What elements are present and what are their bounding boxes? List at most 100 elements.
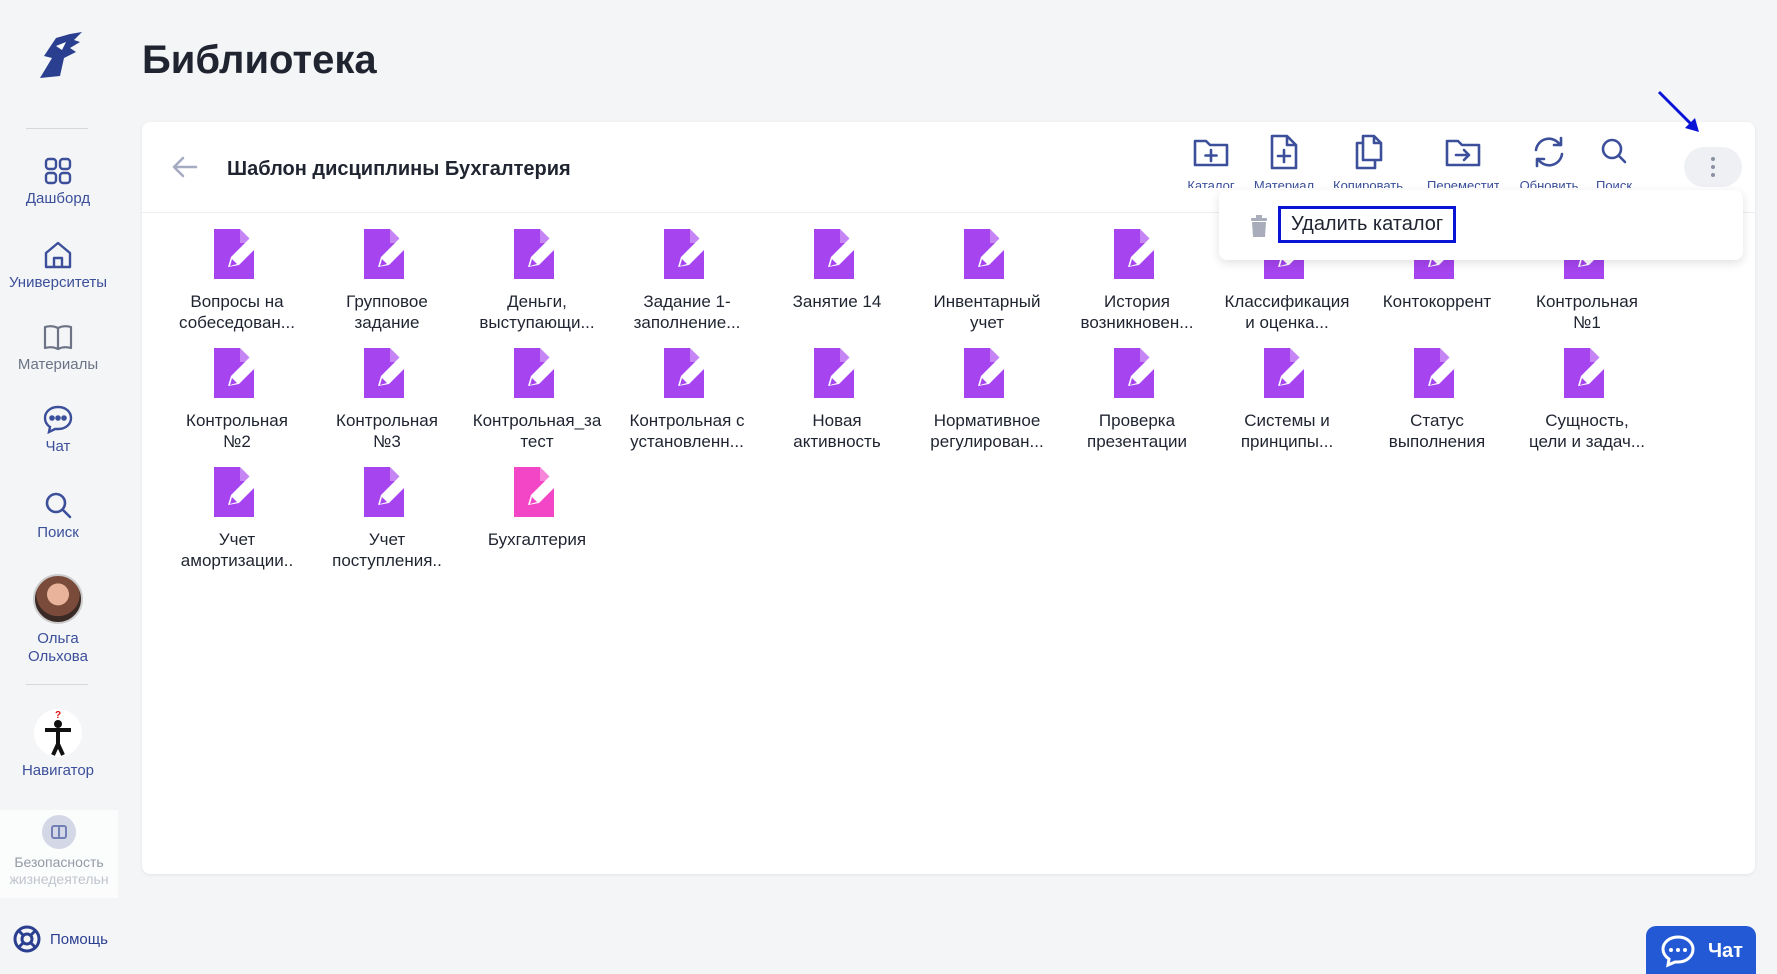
sidebar-item-label: Навигатор — [21, 762, 95, 779]
library-item-name: Задание 1- заполнение... — [633, 292, 741, 332]
library-item-name: Нормативное регулирован... — [930, 411, 1044, 451]
delete-folder-menu-item[interactable]: Удалить каталог — [1219, 190, 1743, 260]
library-item-name: Контрольная №1 — [1536, 292, 1638, 332]
library-item[interactable]: Вопросы на собеседован... — [162, 227, 312, 333]
library-item-name: Классификация и оценка... — [1224, 292, 1350, 332]
sidebar-item-materials[interactable]: Материалы — [0, 322, 116, 373]
user-profile[interactable]: Ольга Ольхова — [0, 574, 116, 666]
refresh-icon — [1534, 136, 1564, 168]
course-label-1: Безопасность — [14, 854, 104, 870]
folder-move-icon — [1445, 139, 1481, 167]
library-item[interactable]: Сущность, цели и задач... — [1512, 346, 1662, 452]
divider — [26, 128, 88, 129]
library-item-name: Контрольная №2 — [186, 411, 288, 451]
library-item[interactable]: Контрольная с установленн... — [612, 346, 762, 452]
library-item[interactable]: Учет поступления.. — [312, 465, 462, 571]
library-item[interactable]: Инвентарный учет — [912, 227, 1062, 333]
sidebar-item-label: Дашборд — [25, 190, 91, 207]
library-item[interactable]: Контрольная №3 — [312, 346, 462, 452]
library-item-name: Контрольная с установленн... — [629, 411, 745, 451]
library-item[interactable]: Групповое задание — [312, 227, 462, 333]
chat-bubble-icon — [1661, 935, 1695, 968]
course-label-2: жизнедеятельн — [9, 871, 109, 887]
book-icon — [43, 325, 73, 351]
sidebar-item-course[interactable]: Безопасность жизнедеятельн — [0, 810, 118, 898]
library-item-name: Групповое задание — [346, 292, 428, 332]
sidebar-item-search[interactable]: Поиск — [0, 490, 116, 541]
navigator-figure-icon: ? — [34, 709, 82, 757]
edit-document-icon — [664, 229, 710, 279]
sidebar-item-navigator[interactable]: ? Навигатор — [0, 708, 116, 779]
divider — [26, 684, 88, 685]
delete-folder-label: Удалить каталог — [1278, 206, 1457, 243]
sidebar-item-chat[interactable]: Чат — [0, 404, 116, 455]
library-item-name: Учет амортизации.. — [180, 530, 294, 570]
edit-document-icon — [1114, 229, 1160, 279]
library-item-name: Системы и принципы... — [1240, 411, 1334, 451]
help-link[interactable]: Помощь — [12, 924, 108, 954]
search-icon — [1601, 138, 1627, 164]
library-item-name: Учет поступления.. — [332, 530, 442, 570]
search-icon — [45, 492, 72, 519]
library-item-name: Контрольная_за тест — [472, 411, 602, 451]
more-options-menu: Удалить каталог — [1219, 190, 1743, 260]
edit-document-icon — [364, 467, 410, 517]
trash-icon — [1251, 215, 1267, 237]
edit-document-icon — [364, 229, 410, 279]
edit-document-icon — [214, 348, 260, 398]
edit-document-icon — [1414, 348, 1460, 398]
university-icon — [44, 241, 72, 269]
library-item[interactable]: Новая активность — [762, 346, 912, 452]
library-item[interactable]: Учет амортизации.. — [162, 465, 312, 571]
user-last-name: Ольхова — [28, 648, 88, 665]
library-item-name: Инвентарный учет — [933, 292, 1041, 332]
library-item[interactable]: Бухгалтерия — [462, 465, 612, 571]
edit-document-icon — [214, 229, 260, 279]
chat-icon — [43, 405, 73, 434]
back-arrow-icon[interactable] — [170, 152, 200, 182]
library-item-name: Деньги, выступающи... — [479, 292, 595, 332]
sidebar-item-dashboard[interactable]: Дашборд — [0, 156, 116, 207]
library-item[interactable]: Деньги, выступающи... — [462, 227, 612, 333]
annotation-arrow-icon — [1657, 90, 1699, 132]
page-title: Библиотека — [142, 38, 377, 82]
dashboard-icon — [44, 157, 72, 185]
library-item[interactable]: Нормативное регулирован... — [912, 346, 1062, 452]
library-item[interactable]: Статус выполнения — [1362, 346, 1512, 452]
lifebuoy-icon — [13, 925, 41, 953]
library-item[interactable]: История возникновен... — [1062, 227, 1212, 333]
library-item-name: Статус выполнения — [1388, 411, 1486, 451]
avatar — [33, 574, 83, 624]
edit-document-icon — [964, 229, 1010, 279]
library-item[interactable]: Контрольная_за тест — [462, 346, 612, 452]
sidebar-item-universities[interactable]: Университеты — [0, 240, 116, 291]
chat-button[interactable]: Чат — [1646, 926, 1756, 974]
library-item[interactable]: Задание 1- заполнение... — [612, 227, 762, 333]
chat-button-label: Чат — [1708, 940, 1743, 962]
sidebar-item-label: Чат — [45, 438, 71, 455]
folder-title: Шаблон дисциплины Бухгалтерия — [227, 158, 571, 180]
edit-document-icon — [364, 348, 410, 398]
library-item-name: Бухгалтерия — [487, 530, 587, 549]
edit-document-icon — [964, 348, 1010, 398]
help-label: Помощь — [50, 930, 108, 948]
toolbar-label: Копировать — [1333, 178, 1403, 188]
sidebar-item-label: Поиск — [37, 524, 79, 541]
more-options-button[interactable] — [1684, 147, 1742, 187]
copy-icon — [1355, 134, 1383, 170]
edit-document-icon — [664, 348, 710, 398]
library-item[interactable]: Контрольная №2 — [162, 346, 312, 452]
library-item[interactable]: Занятие 14 — [762, 227, 912, 333]
more-vertical-icon — [1711, 157, 1715, 181]
logo-icon[interactable] — [30, 28, 86, 84]
library-item[interactable]: Системы и принципы... — [1212, 346, 1362, 452]
sidebar-item-label: Университеты — [8, 274, 108, 291]
svg-text:?: ? — [55, 710, 61, 721]
edit-document-icon — [214, 467, 260, 517]
sidebar: Дашборд Университеты Материалы Чат Поиск… — [0, 0, 118, 970]
library-item[interactable]: Проверка презентации — [1062, 346, 1212, 452]
library-item-name: Проверка презентации — [1087, 411, 1187, 451]
edit-document-icon — [1264, 348, 1310, 398]
edit-document-icon — [1564, 348, 1610, 398]
toolbar-label: Обновить — [1519, 178, 1579, 188]
